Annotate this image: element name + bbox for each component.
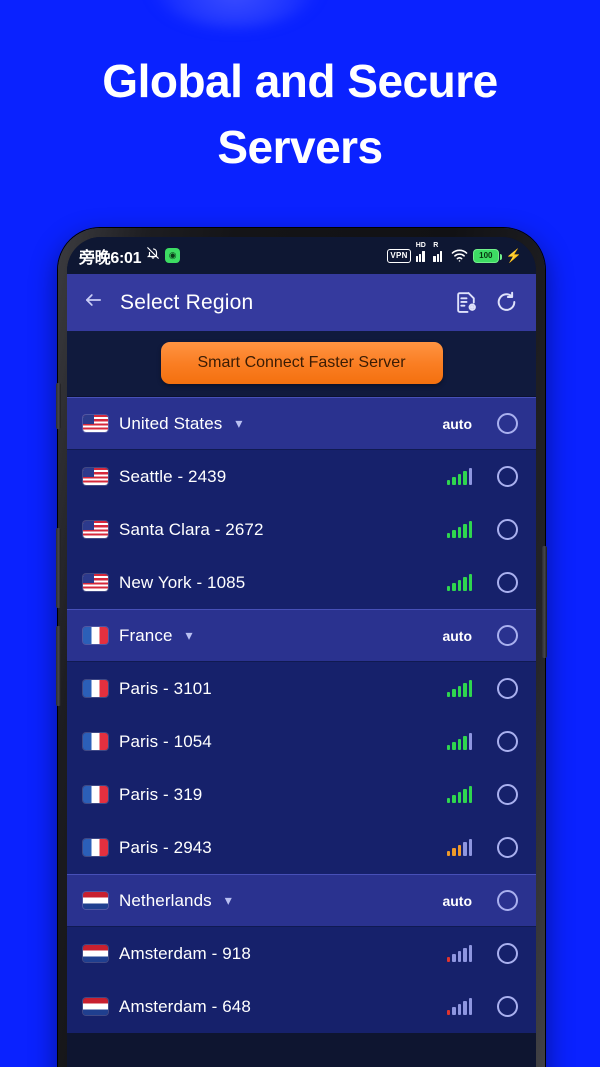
headline-line-1: Global and Secure (102, 55, 498, 107)
flag-icon-fr (83, 839, 108, 856)
signal-strength-icon (447, 786, 472, 803)
select-radio[interactable] (497, 519, 518, 540)
select-radio[interactable] (497, 678, 518, 699)
flag-icon-fr (83, 786, 108, 803)
region-list[interactable]: United States ▾ auto Seattle - 2439 Santa Cl… (67, 397, 536, 1033)
phone-button-left-top (56, 383, 61, 429)
signal-strength-icon (447, 468, 472, 485)
select-radio[interactable] (497, 837, 518, 858)
select-radio[interactable] (497, 996, 518, 1017)
select-radio[interactable] (497, 731, 518, 752)
phone-button-power (542, 546, 547, 658)
bell-muted-icon (146, 246, 160, 265)
back-arrow-icon[interactable] (81, 290, 106, 315)
server-name: Paris - 1054 (119, 731, 212, 751)
flag-icon-us (83, 415, 108, 432)
select-radio[interactable] (497, 466, 518, 487)
country-name: United States (119, 413, 223, 433)
server-name: New York - 1085 (119, 572, 246, 592)
app-bar-title: Select Region (120, 290, 254, 314)
country-row[interactable]: Netherlands ▾ auto (67, 874, 536, 927)
status-bar-left: 旁晚6:01 ◉ (79, 244, 181, 268)
server-name: Amsterdam - 648 (119, 996, 251, 1016)
smart-connect-button[interactable]: Smart Connect Faster Server (160, 342, 443, 384)
signal-strength-icon (447, 733, 472, 750)
country-row[interactable]: United States ▾ auto (67, 397, 536, 450)
phone-screen: 旁晚6:01 ◉ VPN HD R 100 ⚡ Select Region Sm… (67, 237, 536, 1067)
flag-icon-us (83, 468, 108, 485)
bolt-icon: ⚡ (505, 247, 522, 263)
signal-strength-icon (447, 574, 472, 591)
server-name: Paris - 2943 (119, 837, 212, 857)
server-row[interactable]: Santa Clara - 2672 (67, 503, 536, 556)
select-radio[interactable] (497, 413, 518, 434)
country-name: France (119, 625, 173, 645)
server-name: Amsterdam - 918 (119, 943, 251, 963)
chevron-down-icon[interactable]: ▾ (235, 415, 242, 432)
select-radio[interactable] (497, 890, 518, 911)
background-glow (150, 0, 320, 28)
wifi-icon (451, 249, 468, 262)
refresh-icon[interactable] (494, 290, 520, 316)
flag-icon-nl (83, 945, 108, 962)
flag-icon-fr (83, 627, 108, 644)
chevron-down-icon[interactable]: ▾ (225, 892, 232, 909)
country-name: Netherlands (119, 890, 212, 910)
flag-icon-us (83, 521, 108, 538)
flag-icon-fr (83, 733, 108, 750)
flag-icon-fr (83, 680, 108, 697)
auto-label: auto (442, 627, 472, 644)
server-name: Santa Clara - 2672 (119, 519, 264, 539)
server-name: Paris - 3101 (119, 678, 212, 698)
server-row[interactable]: Seattle - 2439 (67, 450, 536, 503)
status-time: 旁晚6:01 (79, 249, 142, 267)
select-radio[interactable] (497, 943, 518, 964)
phone-mockup: 旁晚6:01 ◉ VPN HD R 100 ⚡ Select Region Sm… (56, 228, 547, 1067)
headline-line-2: Servers (217, 121, 383, 173)
signal-strength-icon (447, 839, 472, 856)
status-bar: 旁晚6:01 ◉ VPN HD R 100 ⚡ (67, 237, 536, 274)
smart-connect-bar: Smart Connect Faster Server (67, 331, 536, 397)
server-name: Seattle - 2439 (119, 466, 227, 486)
server-row[interactable]: Amsterdam - 648 (67, 980, 536, 1033)
flag-icon-nl (83, 892, 108, 909)
server-row[interactable]: Amsterdam - 918 (67, 927, 536, 980)
page-title: Global and Secure Servers (0, 48, 600, 180)
select-radio[interactable] (497, 784, 518, 805)
vpn-icon: VPN (387, 248, 411, 263)
select-radio[interactable] (497, 625, 518, 646)
flag-icon-nl (83, 998, 108, 1015)
signal-strength-icon (447, 521, 472, 538)
signal-roaming-icon: R (433, 242, 446, 262)
green-app-icon: ◉ (165, 248, 181, 263)
chevron-down-icon[interactable]: ▾ (186, 627, 193, 644)
server-row[interactable]: Paris - 319 (67, 768, 536, 821)
battery-icon: 100 (472, 248, 502, 263)
auto-label: auto (442, 892, 472, 909)
server-row[interactable]: Paris - 1054 (67, 715, 536, 768)
country-row[interactable]: France ▾ auto (67, 609, 536, 662)
select-radio[interactable] (497, 572, 518, 593)
phone-button-volume-down (56, 626, 61, 706)
signal-hd-icon: HD (415, 242, 429, 262)
flag-icon-us (83, 574, 108, 591)
signal-strength-icon (447, 680, 472, 697)
signal-strength-icon (447, 998, 472, 1015)
signal-strength-icon (447, 945, 472, 962)
phone-button-volume-up (56, 528, 61, 608)
auto-label: auto (442, 415, 472, 432)
status-bar-right: VPN HD R 100 ⚡ (387, 242, 522, 264)
document-location-icon[interactable] (454, 290, 480, 316)
server-row[interactable]: New York - 1085 (67, 556, 536, 609)
server-name: Paris - 319 (119, 784, 203, 804)
server-row[interactable]: Paris - 2943 (67, 821, 536, 874)
server-row[interactable]: Paris - 3101 (67, 662, 536, 715)
app-bar: Select Region (67, 274, 536, 331)
